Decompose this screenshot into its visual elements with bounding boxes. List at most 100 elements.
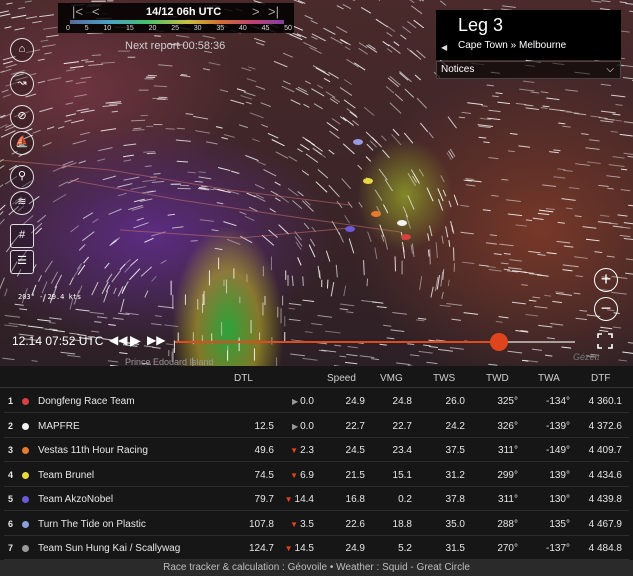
scale-tick: 10: [103, 25, 112, 32]
vmg-value: 18.8: [392, 518, 412, 530]
column-header-vmg[interactable]: VMG: [380, 373, 403, 384]
notices-dropdown[interactable]: Notices ⌵: [436, 61, 621, 79]
zoom-in-button[interactable]: +: [594, 268, 618, 292]
speed-value: 22.7: [345, 420, 365, 432]
dtf-value: 4 372.6: [588, 420, 622, 432]
fullscreen-icon[interactable]: [597, 333, 613, 349]
trend-down-icon: ▼: [284, 544, 293, 553]
speed-value: 24.9: [345, 543, 365, 554]
dtl-change-value: 2.3: [300, 445, 314, 456]
team-name: MAPFRE: [38, 420, 80, 432]
dtf-value: 4 484.8: [588, 543, 622, 554]
trend-down-icon: ▼: [290, 470, 299, 480]
column-header-dtl[interactable]: DTL: [234, 373, 253, 384]
compass-button[interactable]: ⊘: [10, 105, 34, 129]
boat-button[interactable]: ⛵: [10, 131, 34, 155]
route-button[interactable]: ↝: [10, 72, 34, 96]
rank-number: 7: [8, 543, 14, 553]
rank-number: 3: [8, 445, 14, 455]
caret-left-icon[interactable]: ◀: [441, 43, 447, 52]
column-header-twa[interactable]: TWA: [538, 373, 560, 384]
dtl-value: 107.8: [248, 518, 274, 530]
tws-value: 37.5: [445, 445, 465, 456]
vmg-value: 5.2: [398, 543, 412, 554]
rewind-button[interactable]: ◀◀: [109, 333, 127, 347]
dtl-change-value: 14.5: [294, 543, 314, 554]
twa-value: 130°: [549, 494, 570, 505]
playback-slider-knob[interactable]: [490, 333, 508, 351]
twa-value: -139°: [545, 420, 570, 432]
map-button[interactable]: ⌂: [10, 38, 34, 62]
leg-from: Cape Town: [458, 40, 508, 51]
vmg-value: 24.8: [392, 396, 412, 407]
first-frame-button[interactable]: |<: [72, 5, 83, 18]
boat-marker[interactable]: [363, 178, 373, 184]
wind-scale-ticks: 0 5 10 15 20 25 30 35 40 45 50: [66, 25, 292, 32]
trend-down-icon: ▼: [284, 495, 293, 504]
column-header-dtf[interactable]: DTF: [591, 373, 610, 384]
table-row[interactable]: 4 Team Brunel 74.5 ▼ 6.9 21.5 15.1 31.2 299° 139°…: [4, 463, 629, 487]
team-name: Turn The Tide on Plastic: [38, 518, 146, 530]
scale-tick: 50: [284, 25, 292, 32]
forecast-date: 14/12 06h UTC: [146, 6, 222, 18]
wind-icon: ⚲: [17, 170, 27, 182]
team-color-dot: [22, 398, 29, 405]
grid-button[interactable]: #: [10, 224, 34, 248]
vmg-value: 0.2: [398, 494, 412, 505]
scale-tick: 25: [171, 25, 179, 32]
table-row[interactable]: 7 Team Sun Hung Kai / Scallywag 124.7 ▼ 14.5…: [4, 536, 629, 560]
speed-value: 24.9: [345, 396, 365, 407]
prev-frame-button[interactable]: <: [92, 5, 100, 18]
layers-button[interactable]: ☰: [10, 250, 34, 274]
table-row[interactable]: 6 Turn The Tide on Plastic 107.8 ▼ 3.5 22.6 18…: [4, 512, 629, 536]
scale-tick: 0: [66, 25, 70, 32]
team-color-dot: [22, 422, 29, 430]
twa-value: 135°: [549, 518, 570, 530]
scale-tick: 20: [148, 25, 157, 32]
team-color-dot: [22, 520, 29, 528]
wind-speed-scale: [70, 20, 284, 24]
twd-value: 311°: [498, 445, 518, 456]
map-logo: Gézett: [573, 352, 600, 362]
dtl-change-value: 0.0: [300, 396, 314, 407]
forward-button[interactable]: ▶▶: [147, 333, 165, 347]
trend-down-icon: ▼: [290, 519, 299, 529]
speed-value: 16.8: [345, 494, 365, 505]
table-row[interactable]: 2 MAPFRE 12.5 ▶ 0.0 22.7 22.7 24.2 326° -139° 4 37…: [4, 414, 629, 438]
playback-track[interactable]: [175, 341, 575, 343]
column-header-tws[interactable]: TWS: [433, 373, 455, 384]
play-button[interactable]: ▶: [130, 332, 141, 349]
race-map[interactable]: |< < 14/12 06h UTC > >| 0 5 10 15 20 25 30 35 40…: [0, 0, 633, 366]
table-row[interactable]: 5 Team AkzoNobel 79.7 ▼ 14.4 16.8 0.2 37.8 311° 1…: [4, 487, 629, 511]
boat-marker[interactable]: [353, 139, 363, 145]
dtf-value: 4 434.6: [588, 469, 622, 481]
tws-value: 31.2: [445, 469, 465, 481]
table-row[interactable]: 3 Vestas 11th Hour Racing 49.6 ▼ 2.3 24.5 23.4…: [4, 438, 629, 462]
dtf-value: 4 409.7: [588, 445, 622, 456]
wind-button[interactable]: ⚲: [10, 165, 34, 189]
rank-number: 4: [8, 469, 14, 480]
boat-marker[interactable]: [371, 211, 381, 217]
team-name: Team Sun Hung Kai / Scallywag: [38, 543, 181, 554]
team-color-dot: [22, 471, 29, 479]
weather-button[interactable]: ≋: [10, 191, 34, 215]
twd-value: 299°: [497, 469, 518, 481]
boat-marker[interactable]: [397, 220, 407, 226]
boat-marker[interactable]: [345, 226, 355, 232]
zoom-out-button[interactable]: −: [594, 297, 618, 321]
table-row[interactable]: 1 Dongfeng Race Team ▶ 0.0 24.9 24.8 26.0 325° -…: [4, 389, 629, 413]
dtl-change: ▶ 0.0: [282, 421, 314, 432]
dtf-value: 4 360.1: [588, 396, 622, 407]
column-header-twd[interactable]: TWD: [486, 373, 509, 384]
ranking-header: DTL Speed VMG TWS TWD TWA DTF: [0, 366, 633, 388]
team-color-dot: [22, 496, 29, 503]
team-color-dot: [22, 545, 29, 552]
next-frame-button[interactable]: >: [252, 5, 260, 18]
boat-track: [119, 227, 351, 239]
column-header-speed[interactable]: Speed: [327, 373, 356, 384]
boat-marker[interactable]: [401, 234, 411, 240]
dtl-change: ▼ 14.5: [282, 543, 314, 554]
dtl-change: ▼ 2.3: [282, 445, 314, 456]
twa-value: -137°: [545, 543, 570, 554]
last-frame-button[interactable]: >|: [268, 5, 279, 18]
